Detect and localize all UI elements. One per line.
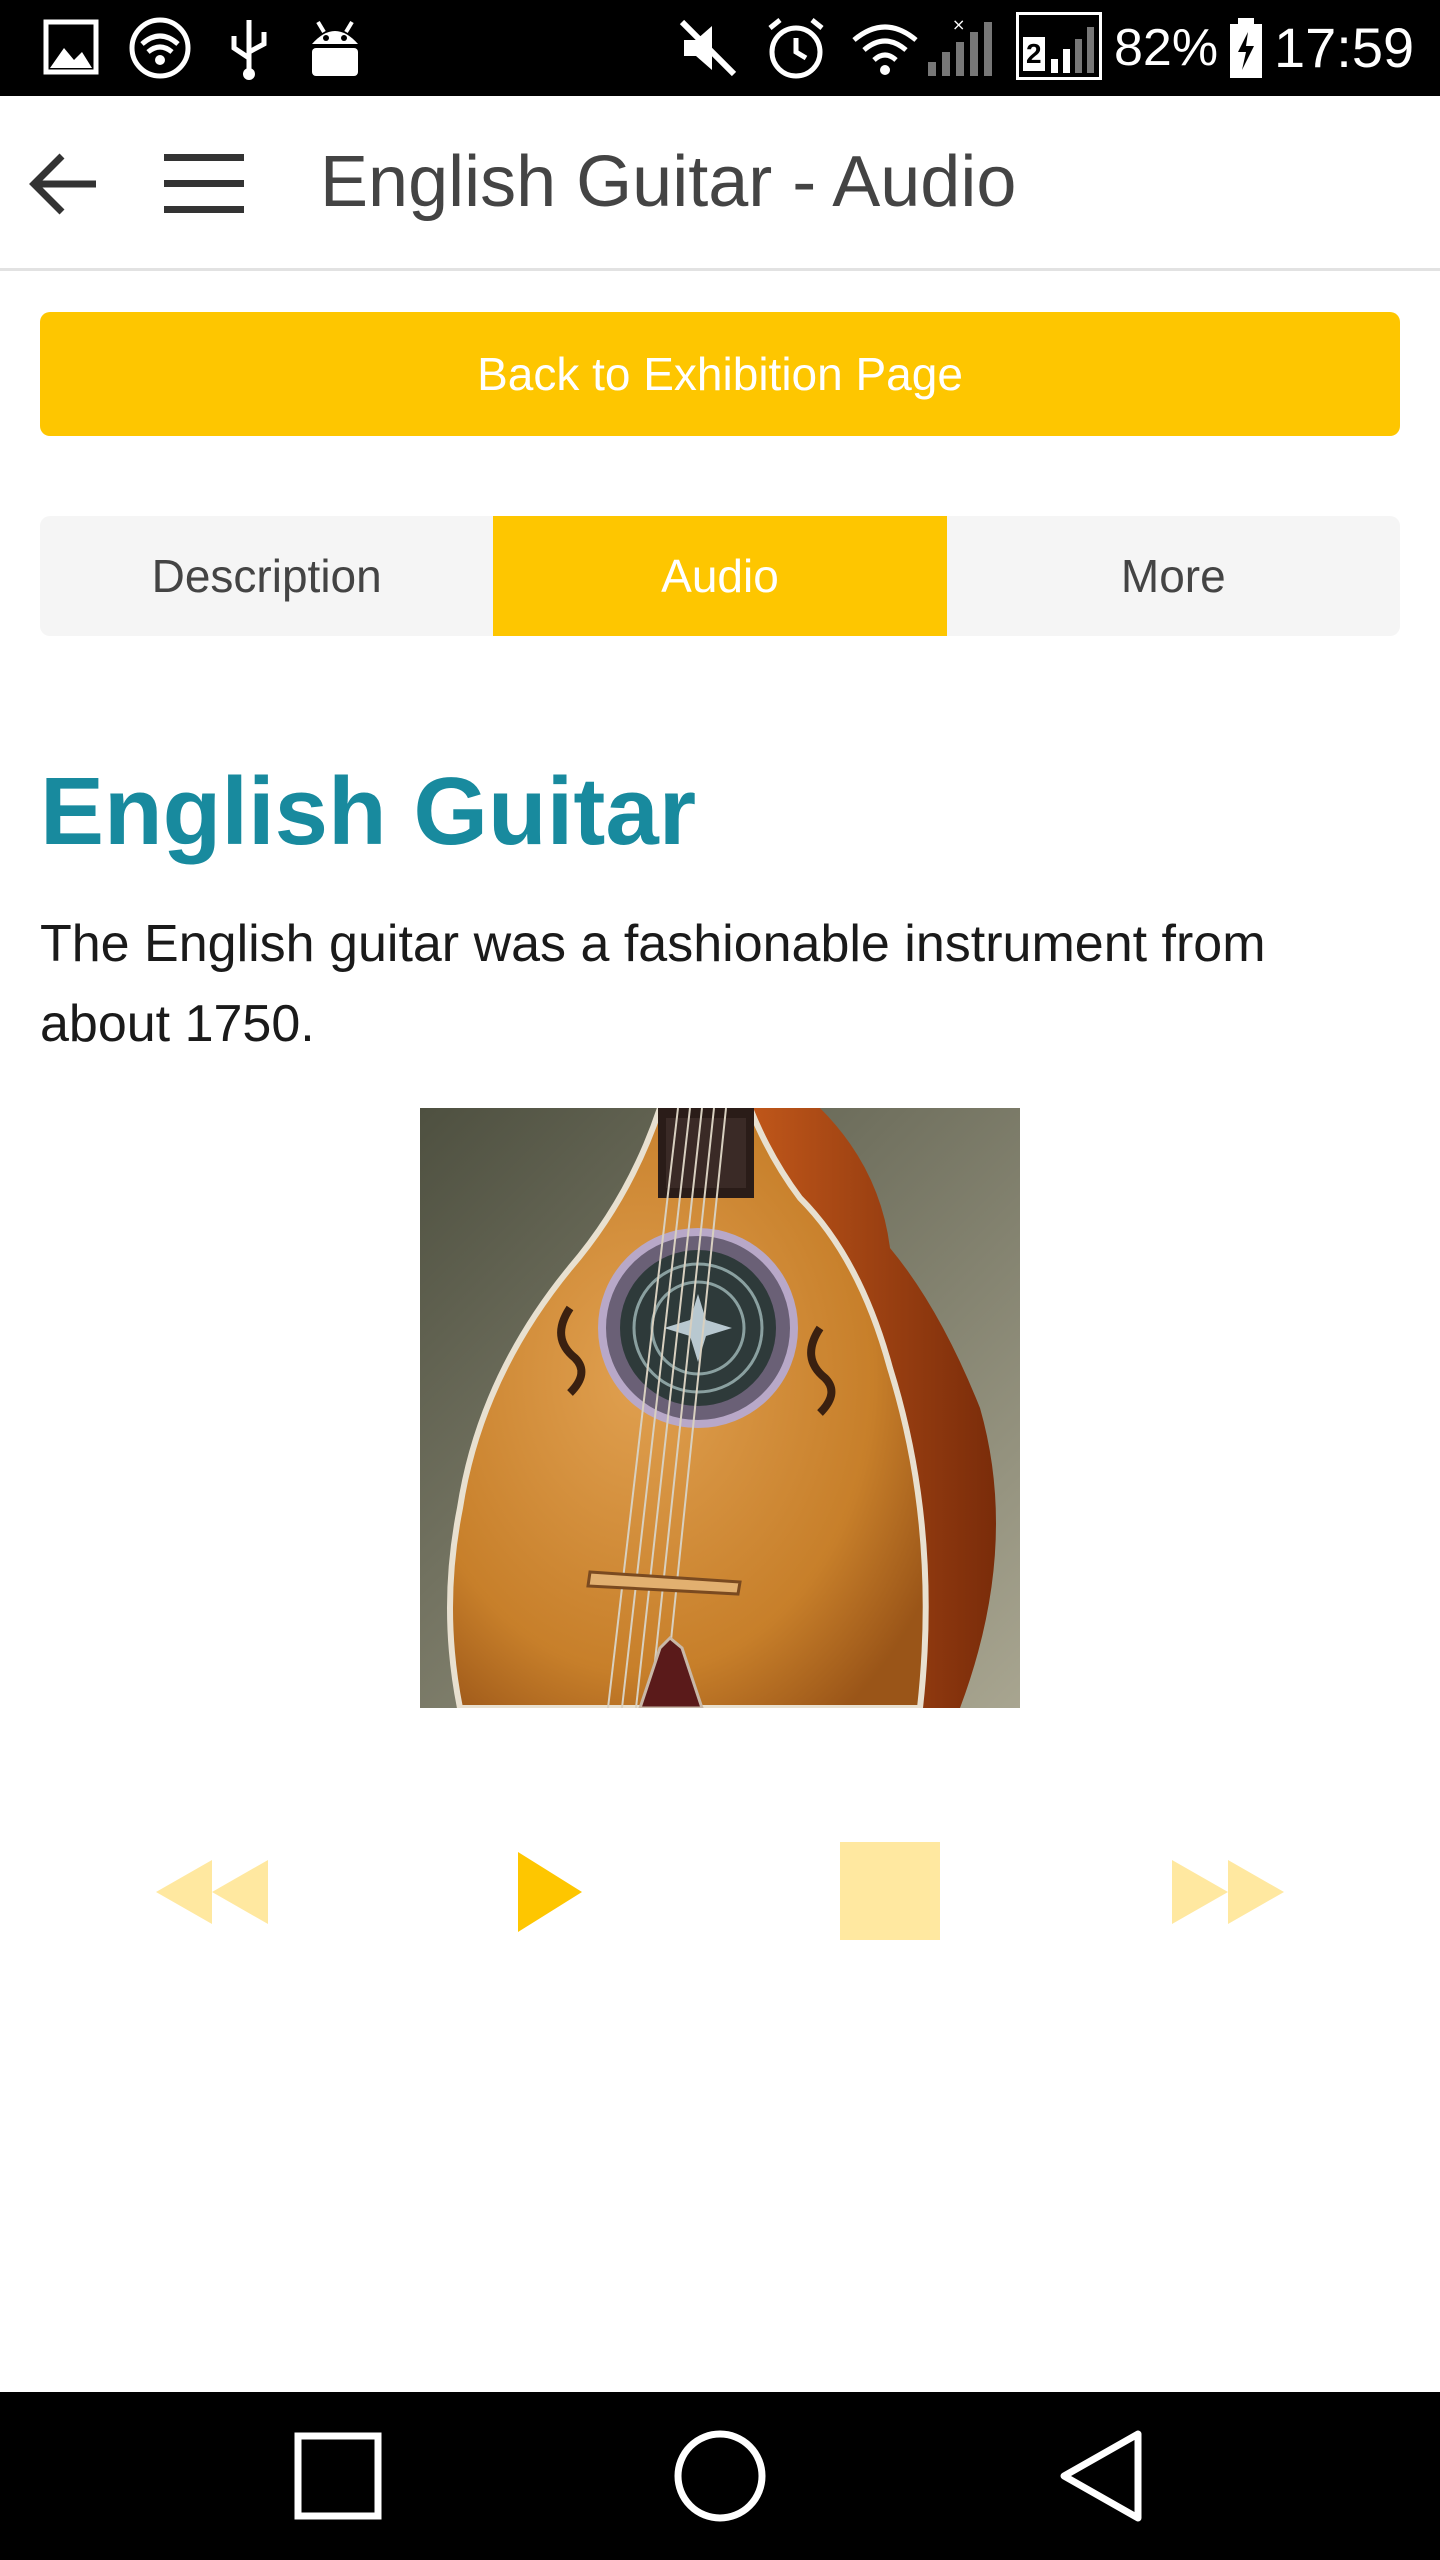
- exhibit-title: English Guitar: [40, 758, 697, 865]
- app-bar: English Guitar - Audio: [0, 96, 1440, 271]
- sim2-signal-icon: 2: [1016, 12, 1102, 80]
- svg-text:×: ×: [952, 15, 965, 34]
- menu-icon[interactable]: [160, 148, 250, 220]
- battery-icon: [1230, 18, 1262, 78]
- alarm-icon: [768, 18, 824, 79]
- system-nav-bar: [0, 2392, 1440, 2560]
- usb-icon: [231, 20, 267, 80]
- fast-forward-icon[interactable]: [1170, 1852, 1286, 1932]
- sim-label: 2: [1023, 37, 1045, 71]
- tab-more[interactable]: More: [947, 516, 1400, 636]
- tab-audio[interactable]: Audio: [493, 516, 947, 636]
- back-icon[interactable]: [1054, 2428, 1150, 2524]
- rewind-icon[interactable]: [154, 1852, 270, 1932]
- back-arrow-icon[interactable]: [24, 144, 104, 224]
- play-icon[interactable]: [516, 1850, 584, 1934]
- stop-icon[interactable]: [840, 1842, 940, 1940]
- mute-icon: [679, 19, 737, 77]
- guitar-image: [420, 1108, 1020, 1708]
- back-to-exhibition-button[interactable]: Back to Exhibition Page: [40, 312, 1400, 436]
- exhibit-description: The English guitar was a fashionable ins…: [40, 915, 1266, 1053]
- page-title: English Guitar - Audio: [320, 142, 1017, 222]
- android-debug-icon: [312, 20, 358, 76]
- status-time: 17:59: [1274, 16, 1415, 79]
- signal-icon: ×: [928, 15, 992, 76]
- wifi-icon: [852, 24, 918, 75]
- recents-icon[interactable]: [290, 2428, 386, 2524]
- tab-bar: Description Audio More: [40, 516, 1400, 636]
- tab-description[interactable]: Description: [40, 516, 493, 636]
- battery-percent: 82%: [1114, 19, 1219, 77]
- wifi-hotspot-icon: [129, 17, 191, 79]
- image-icon: [43, 19, 99, 75]
- home-icon[interactable]: [672, 2428, 768, 2524]
- status-bar: × 2 82% 17:59: [0, 0, 1440, 96]
